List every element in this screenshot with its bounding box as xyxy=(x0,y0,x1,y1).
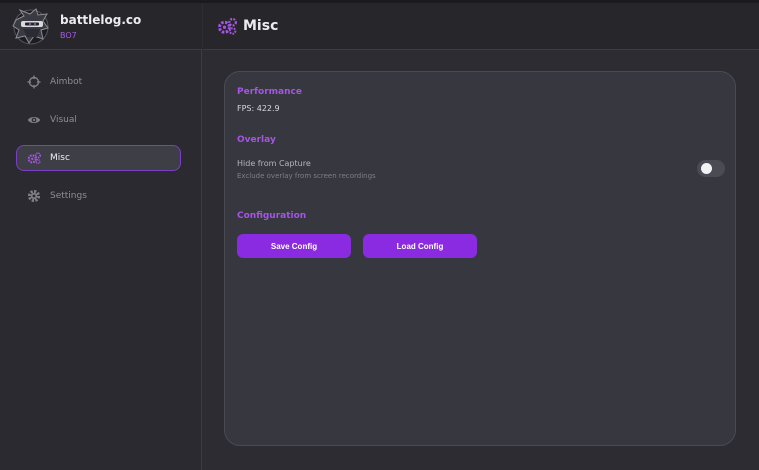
sidebar: battlelog.co BO7 Aimbot Visual Misc Sett… xyxy=(0,3,202,470)
load-config-button[interactable]: Load Config xyxy=(363,234,477,258)
toggle-knob xyxy=(701,163,712,174)
overlay-section-title: Overlay xyxy=(237,135,276,145)
brand-header: battlelog.co BO7 xyxy=(0,3,202,50)
performance-section-title: Performance xyxy=(237,87,302,97)
gears-icon xyxy=(27,151,41,165)
sidebar-item-label: Misc xyxy=(50,153,70,163)
crosshair-icon xyxy=(27,75,41,89)
gears-icon xyxy=(217,16,237,36)
brand-name: battlelog.co xyxy=(60,13,142,27)
configuration-section-title: Configuration xyxy=(237,211,307,221)
hide-from-capture-description: Exclude overlay from screen recordings xyxy=(237,172,376,180)
sidebar-nav: Aimbot Visual Misc Settings xyxy=(16,69,181,221)
gear-icon xyxy=(27,189,41,203)
hide-from-capture-toggle[interactable] xyxy=(697,160,725,177)
eye-icon xyxy=(27,113,41,127)
app-window: battlelog.co BO7 Aimbot Visual Misc Sett… xyxy=(0,0,759,470)
main-content: Performance FPS: 422.9 Overlay Hide from… xyxy=(203,51,759,470)
save-config-button[interactable]: Save Config xyxy=(237,234,351,258)
sidebar-item-label: Settings xyxy=(50,191,87,201)
fps-readout: FPS: 422.9 xyxy=(237,104,280,113)
hide-from-capture-label: Hide from Capture xyxy=(237,159,311,168)
sidebar-item-settings[interactable]: Settings xyxy=(16,183,181,209)
brand-subtitle: BO7 xyxy=(60,31,77,40)
sidebar-item-aimbot[interactable]: Aimbot xyxy=(16,69,181,95)
sidebar-item-label: Aimbot xyxy=(50,77,83,87)
page-header: Misc xyxy=(203,3,759,50)
ninja-logo-icon xyxy=(10,6,52,48)
sidebar-item-misc[interactable]: Misc xyxy=(16,145,181,171)
sidebar-item-label: Visual xyxy=(50,115,77,125)
page-title: Misc xyxy=(243,18,279,34)
settings-panel: Performance FPS: 422.9 Overlay Hide from… xyxy=(224,71,736,446)
sidebar-item-visual[interactable]: Visual xyxy=(16,107,181,133)
